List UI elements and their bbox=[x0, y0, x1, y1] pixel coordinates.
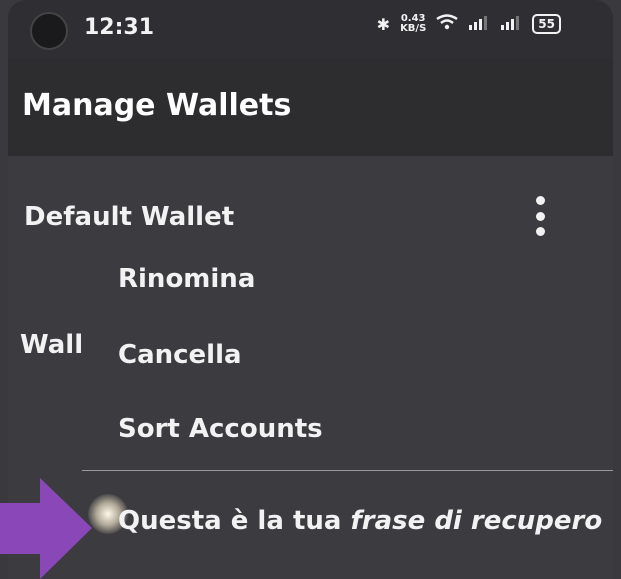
more-vertical-icon[interactable] bbox=[530, 196, 550, 236]
status-time: 12:31 bbox=[84, 15, 155, 40]
app-bar: Manage Wallets bbox=[8, 58, 613, 156]
recovery-phrase-emphasis: frase di recupero bbox=[350, 506, 603, 536]
page-title: Manage Wallets bbox=[22, 88, 292, 123]
divider bbox=[82, 470, 613, 471]
network-speed-unit: KB/S bbox=[400, 23, 427, 34]
wallet-list: Default Wallet Rinomina Wall Cancella So… bbox=[8, 156, 613, 579]
menu-item-sort-accounts[interactable]: Sort Accounts bbox=[118, 414, 323, 444]
wifi-icon bbox=[436, 14, 459, 34]
front-camera bbox=[30, 12, 68, 50]
battery-indicator: 55 bbox=[532, 14, 561, 34]
signal-icon-2 bbox=[500, 15, 522, 34]
bluetooth-icon: ✱ bbox=[376, 14, 391, 34]
recovery-phrase-prefix: Questa è la tua bbox=[118, 506, 351, 536]
menu-item-delete[interactable]: Cancella bbox=[118, 340, 242, 370]
phone-screen: 12:31 ✱ 0.43 KB/S 55 Manage Wallets Defa… bbox=[8, 0, 613, 579]
status-bar: 12:31 ✱ 0.43 KB/S 55 bbox=[8, 0, 613, 58]
wallet-item-partial[interactable]: Wall bbox=[20, 330, 83, 360]
menu-item-rename[interactable]: Rinomina bbox=[118, 264, 255, 294]
recovery-phrase-text: Questa è la tua frase di recupero bbox=[118, 506, 602, 536]
arrow-right-icon bbox=[0, 478, 92, 579]
network-speed: 0.43 KB/S bbox=[400, 14, 426, 34]
wallet-item-default[interactable]: Default Wallet bbox=[24, 202, 234, 232]
status-icons: ✱ 0.43 KB/S 55 bbox=[377, 14, 561, 34]
signal-icon bbox=[468, 15, 490, 34]
